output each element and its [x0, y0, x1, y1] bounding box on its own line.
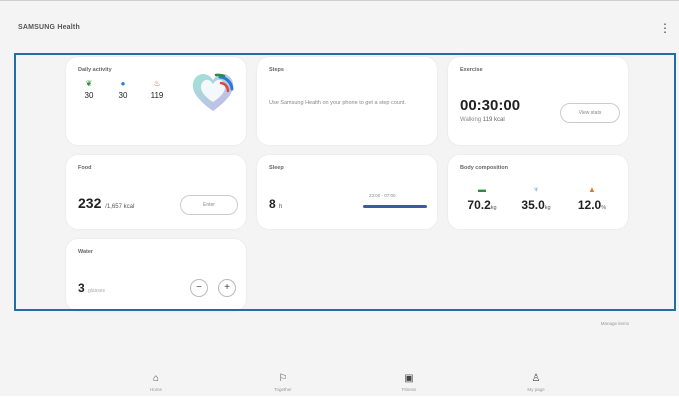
app-title: SAMSUNG Health [18, 24, 80, 31]
nav-label: Fitness [401, 387, 417, 392]
together-icon: ⚐ [278, 373, 288, 384]
top-bar: SAMSUNG Health ⋮ [0, 15, 679, 43]
nav-my-page[interactable]: ♙ My page [506, 373, 566, 392]
health-screen: SAMSUNG Health ⋮ Daily activity ❦ 30 ● 3… [0, 0, 679, 396]
fitness-icon: ▣ [404, 373, 414, 384]
nav-home[interactable]: ⌂ Home [126, 373, 186, 392]
nav-fitness[interactable]: ▣ Fitness [379, 373, 439, 392]
nav-label: Together [274, 387, 292, 392]
bottom-nav: ⌂ Home ⚐ Together ▣ Fitness ♙ My page [0, 341, 679, 397]
my-page-icon: ♙ [531, 373, 541, 384]
home-icon: ⌂ [152, 373, 160, 384]
manage-items-link[interactable]: Manage items [601, 321, 629, 326]
highlight-frame [14, 53, 676, 311]
more-vertical-icon[interactable]: ⋮ [659, 21, 671, 35]
nav-label: Home [149, 387, 162, 392]
nav-label: My page [527, 387, 545, 392]
nav-together[interactable]: ⚐ Together [253, 373, 313, 392]
